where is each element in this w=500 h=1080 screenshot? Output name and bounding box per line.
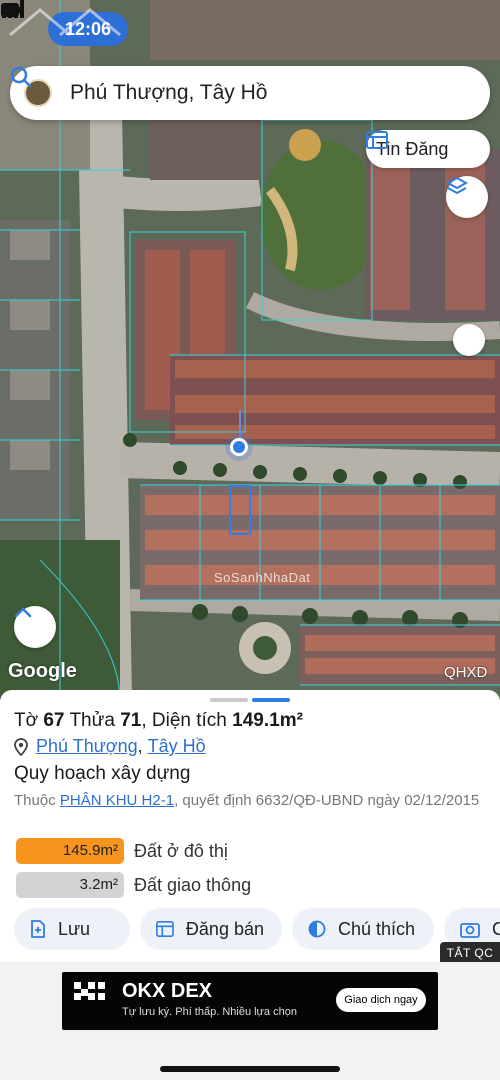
- ward-link[interactable]: Phú Thượng: [36, 736, 138, 757]
- watermark-text: SoSanhNhaDat: [214, 570, 311, 585]
- search-input[interactable]: Phú Thượng, Tây Hồ: [70, 81, 448, 105]
- ad-cta-button[interactable]: Giao dịch ngay: [336, 988, 426, 1012]
- search-icon[interactable]: [10, 66, 476, 107]
- parcel-info-sheet: Tờ 67 Thửa 71, Diện tích 149.1m² Phú Thư…: [0, 690, 500, 962]
- legend-button[interactable]: Chú thích: [292, 908, 434, 950]
- ad-brand: OKX DEX: [122, 980, 213, 1002]
- sheet-handle[interactable]: [210, 698, 248, 702]
- sheet-handle-active[interactable]: [252, 698, 290, 702]
- chevron-up-icon: [14, 607, 32, 618]
- thua-value: 71: [120, 710, 142, 731]
- plan-zone-link[interactable]: PHÂN KHU H2-1: [60, 792, 174, 809]
- ad-area: OKX DEX Tự lưu ký. Phí thấp. Nhiều lựa c…: [0, 962, 500, 1080]
- ad-banner[interactable]: OKX DEX Tự lưu ký. Phí thấp. Nhiều lựa c…: [62, 972, 438, 1030]
- save-button[interactable]: Lưu: [14, 908, 130, 950]
- thua-label: Thửa: [69, 710, 115, 731]
- map-control-dot[interactable]: [453, 324, 485, 356]
- save-plus-icon: [31, 920, 45, 938]
- listing-icon: [156, 921, 174, 937]
- land-use-label: Đất ở đô thị: [134, 840, 228, 861]
- land-use-area: 3.2m²: [16, 872, 124, 898]
- tin-dang-button[interactable]: Tin Đăng: [366, 130, 490, 168]
- legend-icon: [308, 920, 326, 938]
- plan-description: Thuộc PHÂN KHU H2-1, quyết định 6632/QĐ-…: [14, 792, 480, 809]
- land-use-area: 145.9m²: [16, 838, 124, 864]
- google-logo: Google: [8, 660, 77, 682]
- parcel-title: Tờ 67 Thửa 71, Diện tích 149.1m²: [14, 710, 303, 731]
- plan-heading: Quy hoạch xây dựng: [14, 763, 191, 784]
- area-label: Diện tích: [151, 710, 227, 731]
- location-pin-icon: [14, 737, 28, 756]
- to-value: 67: [43, 710, 65, 731]
- current-location-marker: [230, 438, 248, 456]
- layers-icon: [446, 176, 468, 195]
- satellite-map[interactable]: 12:06 Phú Thượng, Tây Hồ Tin Đăng SoSanh…: [0, 0, 500, 700]
- layer-label: QHXD: [444, 664, 488, 681]
- camera-icon: [460, 923, 480, 938]
- layers-button[interactable]: [446, 176, 488, 218]
- sell-listing-button[interactable]: Đăng bán: [140, 908, 282, 950]
- watermark-logo: [9, 8, 121, 37]
- okx-logo-icon: [74, 982, 105, 1000]
- district-link[interactable]: Tây Hồ: [148, 736, 206, 757]
- action-bar: Lưu Đăng bán Chú thích C: [14, 908, 500, 952]
- area-value: 149.1m²: [232, 710, 303, 731]
- parcel-location: Phú Thượng , Tây Hồ: [14, 736, 206, 757]
- ad-tagline: Tự lưu ký. Phí thấp. Nhiều lựa chọn: [122, 1006, 297, 1018]
- listing-icon: [366, 131, 388, 149]
- land-use-row: 145.9m² Đất ở đô thị: [16, 838, 228, 864]
- home-indicator[interactable]: [160, 1066, 340, 1072]
- land-use-row: 3.2m² Đất giao thông: [16, 872, 251, 898]
- land-use-label: Đất giao thông: [134, 874, 252, 895]
- to-label: Tờ: [14, 710, 39, 731]
- close-ad-button[interactable]: TẮT QC: [440, 942, 500, 964]
- search-bar[interactable]: Phú Thượng, Tây Hồ: [10, 66, 490, 120]
- expand-up-button[interactable]: [14, 606, 56, 648]
